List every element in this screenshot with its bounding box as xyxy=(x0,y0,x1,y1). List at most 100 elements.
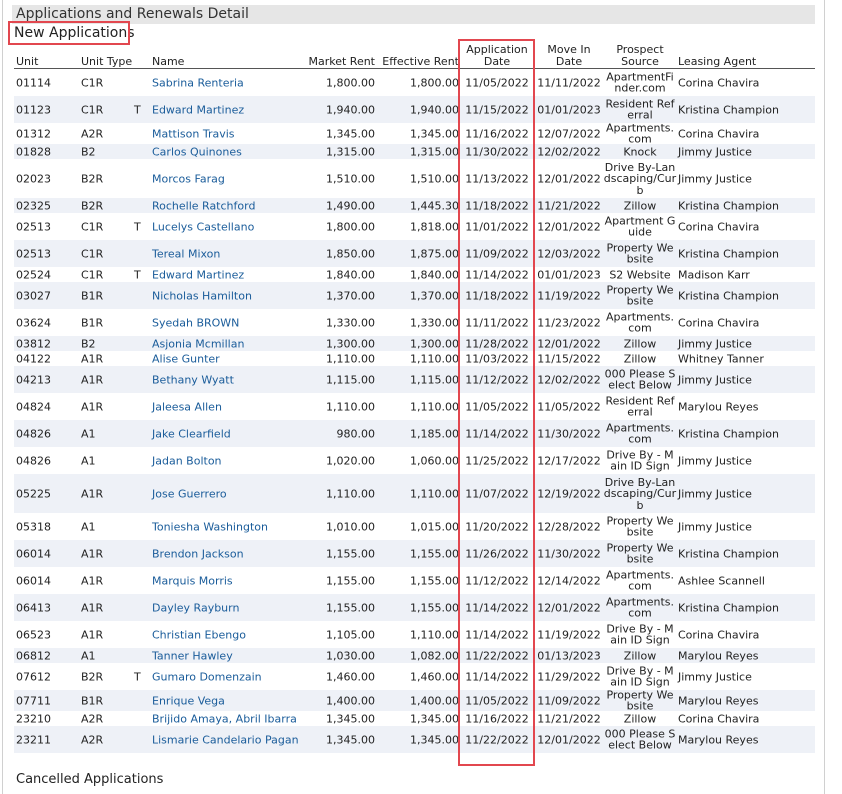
market-rent-cell: 1,010.00 xyxy=(326,519,375,533)
unit-cell: 03812 xyxy=(16,336,51,350)
col-market-rent[interactable]: Market Rent xyxy=(300,55,375,68)
section-header: Applications and Renewals Detail xyxy=(12,5,815,24)
unit-cell: 07612 xyxy=(16,669,51,683)
move-in-date-cell: 12/17/2022 xyxy=(537,453,601,467)
leasing-agent-cell: Jimmy Justice xyxy=(678,669,752,683)
unit-type-cell: C1R xyxy=(81,267,104,281)
leasing-agent-cell: Ashlee Scannell xyxy=(678,573,765,587)
name-link[interactable]: Sabrina Renteria xyxy=(152,77,244,89)
name-link[interactable]: Edward Martinez xyxy=(152,269,244,281)
name-link[interactable]: Gumaro Domenzain xyxy=(152,671,262,683)
market-rent-cell: 1,330.00 xyxy=(326,315,375,329)
move-in-date-cell: 11/29/2022 xyxy=(537,669,601,683)
name-link[interactable]: Carlos Quinones xyxy=(152,146,242,158)
table-row: 04213 A1R Bethany Wyatt 1,115.00 1,115.00 11/… xyxy=(0,366,842,393)
leasing-agent-cell: Kristina Champion xyxy=(678,546,779,560)
market-rent-cell: 1,110.00 xyxy=(326,399,375,413)
name-link[interactable]: Dayley Rayburn xyxy=(152,602,239,614)
col-move-in-date[interactable]: Move In Date xyxy=(537,44,601,67)
name-link[interactable]: Asjonia Mcmillan xyxy=(152,338,244,350)
col-leasing-agent[interactable]: Leasing Agent xyxy=(678,55,756,68)
prospect-source-cell: Property Website xyxy=(606,241,674,266)
col-prospect-source[interactable]: Prospect Source xyxy=(603,44,677,67)
prospect-source-cell: Drive By - Main ID Sign xyxy=(606,448,674,473)
name-link[interactable]: Enrique Vega xyxy=(152,695,225,707)
unit-cell: 06014 xyxy=(16,573,51,587)
market-rent-cell: 1,400.00 xyxy=(326,693,375,707)
effective-rent-cell: 1,110.00 xyxy=(410,352,459,365)
table-row: 01828 B2 Carlos Quinones 1,315.00 1,315.00 11… xyxy=(0,144,842,159)
leasing-agent-cell: Kristina Champion xyxy=(678,198,779,212)
prospect-source-cell: S2 Website xyxy=(609,267,671,281)
unit-cell: 05225 xyxy=(16,486,51,500)
name-link[interactable]: Lucelys Castellano xyxy=(152,221,254,233)
name-link[interactable]: Jose Guerrero xyxy=(152,488,227,500)
leasing-agent-cell: Corina Chavira xyxy=(678,75,760,89)
table-row: 07612 B2R T Gumaro Domenzain 1,460.00 1,460.0… xyxy=(0,663,842,690)
name-link[interactable]: Toniesha Washington xyxy=(152,521,268,533)
leasing-agent-cell: Kristina Champion xyxy=(678,600,779,614)
unit-cell: 06812 xyxy=(16,648,51,662)
move-in-date-cell: 11/21/2022 xyxy=(537,198,601,212)
unit-type-cell: B2R xyxy=(81,669,104,683)
effective-rent-cell: 1,155.00 xyxy=(410,547,459,560)
table-row: 04826 A1 Jadan Bolton 1,020.00 1,060.00 11/25… xyxy=(0,447,842,474)
name-link[interactable]: Christian Ebengo xyxy=(152,629,246,641)
market-rent-cell: 1,940.00 xyxy=(326,102,375,116)
name-link[interactable]: Mattison Travis xyxy=(152,128,235,140)
unit-type-cell: A1R xyxy=(81,372,104,386)
effective-rent-cell: 1,370.00 xyxy=(410,289,459,302)
col-effective-rent[interactable]: Effective Rent xyxy=(380,56,459,68)
leasing-agent-cell: Kristina Champion xyxy=(678,246,779,260)
col-name[interactable]: Name xyxy=(152,55,184,68)
market-rent-cell: 1,110.00 xyxy=(326,351,375,365)
move-in-date-cell: 12/01/2022 xyxy=(537,732,601,746)
market-rent-cell: 1,840.00 xyxy=(326,267,375,281)
prospect-source-cell: Knock xyxy=(623,144,657,158)
move-in-date-cell: 12/01/2022 xyxy=(537,600,601,614)
name-link[interactable]: Jaleesa Allen xyxy=(152,401,222,413)
effective-rent-cell: 1,060.00 xyxy=(410,454,459,467)
name-link[interactable]: Jadan Bolton xyxy=(152,455,222,467)
effective-rent-cell: 1,330.00 xyxy=(410,316,459,329)
name-link[interactable]: Syedah BROWN xyxy=(152,317,239,329)
leasing-agent-cell: Corina Chavira xyxy=(678,126,760,140)
col-unit-type[interactable]: Unit Type xyxy=(81,55,132,68)
unit-cell: 02513 xyxy=(16,246,51,260)
unit-type-cell: A1 xyxy=(81,426,96,440)
name-link[interactable]: Tereal Mixon xyxy=(152,248,220,260)
name-link[interactable]: Nicholas Hamilton xyxy=(152,290,252,302)
section-title: Applications and Renewals Detail xyxy=(16,6,249,22)
name-link[interactable]: Brijido Amaya, Abril Ibarra xyxy=(152,713,297,725)
name-link[interactable]: Marquis Morris xyxy=(152,575,233,587)
name-link[interactable]: Alise Gunter xyxy=(152,353,220,365)
unit-cell: 02325 xyxy=(16,198,51,212)
name-link[interactable]: Edward Martinez xyxy=(152,104,244,116)
unit-cell: 03624 xyxy=(16,315,51,329)
effective-rent-cell: 1,840.00 xyxy=(410,268,459,281)
name-link[interactable]: Tanner Hawley xyxy=(152,650,233,662)
move-in-date-cell: 11/30/2022 xyxy=(537,546,601,560)
table-row: 01312 A2R Mattison Travis 1,345.00 1,345.00 1… xyxy=(0,122,842,145)
name-link[interactable]: Rochelle Ratchford xyxy=(152,200,255,212)
name-link[interactable]: Brendon Jackson xyxy=(152,548,244,560)
prospect-source-cell: Resident Referral xyxy=(605,394,675,419)
move-in-date-cell: 12/02/2022 xyxy=(537,144,601,158)
applications-table: 01114 C1R Sabrina Renteria 1,800.00 1,800.00… xyxy=(0,69,842,753)
leasing-agent-cell: Corina Chavira xyxy=(678,315,760,329)
name-link[interactable]: Morcos Farag xyxy=(152,173,225,185)
name-link[interactable]: Bethany Wyatt xyxy=(152,374,234,386)
table-row: 02023 B2R Morcos Farag 1,510.00 1,510.00 11/1… xyxy=(0,159,842,198)
prospect-source-cell: Apartments.com xyxy=(605,421,675,446)
prospect-source-cell: Apartment Guide xyxy=(604,214,676,239)
table-row: 01123 C1R T Edward Martinez 1,940.00 1,940.00… xyxy=(0,96,842,123)
leasing-agent-cell: Corina Chavira xyxy=(678,711,760,725)
prospect-source-cell: Drive By-Landscaping/Curb xyxy=(603,160,677,197)
market-rent-cell: 1,315.00 xyxy=(326,144,375,158)
table-row: 03812 B2 Asjonia Mcmillan 1,300.00 1,300.00 1… xyxy=(0,336,842,351)
name-link[interactable]: Lismarie Candelario Pagan xyxy=(152,734,299,746)
col-unit[interactable]: Unit xyxy=(16,55,38,68)
effective-rent-cell: 1,155.00 xyxy=(410,601,459,614)
prospect-source-cell: ApartmentFinder.com xyxy=(606,70,674,95)
name-link[interactable]: Jake Clearfield xyxy=(152,428,231,440)
